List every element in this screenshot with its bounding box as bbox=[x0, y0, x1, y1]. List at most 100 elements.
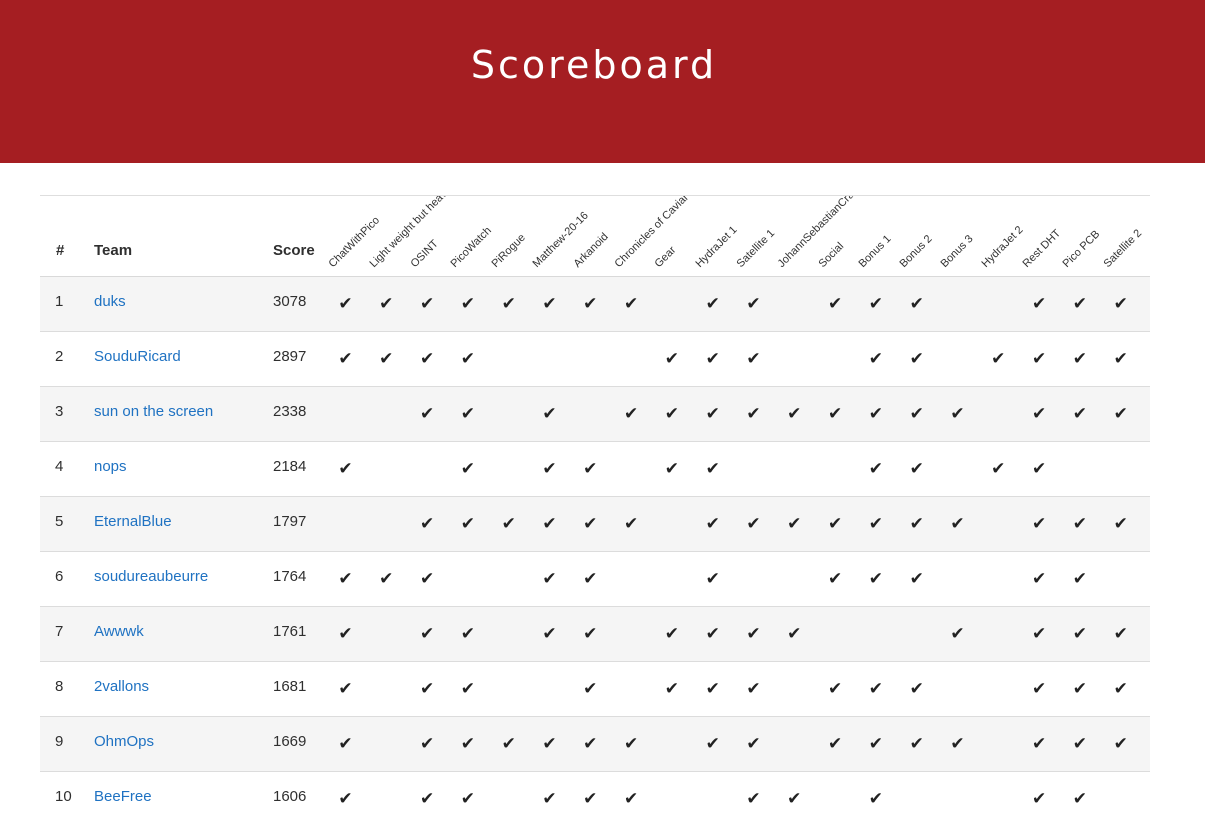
table-row: 3 sun on the screen 2338 ✔ ✔ ✔ ✔ ✔ ✔ ✔ ✔ ✔ ✔ ✔ ✔ ✔ ✔ ✔ bbox=[40, 387, 1150, 442]
solved-check-icon: ✔ bbox=[705, 404, 720, 424]
solved-check-icon: ✔ bbox=[623, 514, 639, 534]
solved-check-icon: ✔ bbox=[1072, 514, 1088, 534]
team-rank: 4 bbox=[55, 458, 64, 475]
team-name-link[interactable]: OhmOps bbox=[94, 733, 154, 751]
solved-check-icon: ✔ bbox=[1072, 789, 1088, 809]
solved-check-icon: ✔ bbox=[868, 349, 884, 369]
team-name-link[interactable]: duks bbox=[94, 293, 126, 311]
solved-check-icon: ✔ bbox=[705, 679, 720, 699]
solved-check-icon: ✔ bbox=[909, 294, 924, 314]
solved-check-icon: ✔ bbox=[1031, 294, 1047, 314]
table-row: 10 BeeFree 1606 ✔ ✔ ✔ ✔ ✔ ✔ ✔ ✔ ✔ ✔ ✔ bbox=[40, 772, 1150, 825]
solved-check-icon: ✔ bbox=[542, 459, 557, 479]
solved-check-icon: ✔ bbox=[1072, 624, 1088, 644]
solved-check-icon: ✔ bbox=[1113, 349, 1128, 369]
solved-check-icon: ✔ bbox=[583, 514, 598, 534]
challenge-column-header: Chronicles of Caviar bbox=[612, 195, 691, 270]
solved-check-icon: ✔ bbox=[1072, 294, 1088, 314]
solved-check-icon: ✔ bbox=[868, 294, 884, 314]
solved-check-icon: ✔ bbox=[583, 679, 598, 699]
solved-check-icon: ✔ bbox=[664, 679, 680, 699]
table-row: 6 soudureaubeurre 1764 ✔ ✔ ✔ ✔ ✔ ✔ ✔ ✔ ✔ ✔ ✔ bbox=[40, 552, 1150, 607]
team-rank: 2 bbox=[55, 348, 64, 365]
team-score: 1797 bbox=[273, 513, 307, 530]
solved-check-icon: ✔ bbox=[460, 789, 476, 809]
challenge-column-header: Pico PCB bbox=[1060, 228, 1103, 270]
solved-check-icon: ✔ bbox=[868, 789, 884, 809]
solved-check-icon: ✔ bbox=[827, 734, 843, 754]
scoreboard-table: # Team Score ChatWithPico Light weight bu… bbox=[40, 195, 1150, 825]
solved-check-icon: ✔ bbox=[338, 294, 353, 314]
solved-check-icon: ✔ bbox=[419, 789, 435, 809]
solved-check-icon: ✔ bbox=[583, 734, 598, 754]
solved-check-icon: ✔ bbox=[542, 514, 557, 534]
team-rank: 1 bbox=[55, 293, 64, 310]
team-name-link[interactable]: BeeFree bbox=[94, 788, 152, 806]
team-score: 2338 bbox=[273, 403, 307, 420]
solved-check-icon: ✔ bbox=[1031, 514, 1047, 534]
solved-check-icon: ✔ bbox=[623, 734, 639, 754]
team-column-header: Team bbox=[94, 242, 133, 259]
solved-check-icon: ✔ bbox=[338, 789, 353, 809]
solved-check-icon: ✔ bbox=[746, 679, 761, 699]
solved-check-icon: ✔ bbox=[379, 569, 394, 589]
team-rank: 7 bbox=[55, 623, 64, 640]
solved-check-icon: ✔ bbox=[746, 294, 761, 314]
team-name-link[interactable]: sun on the screen bbox=[94, 403, 213, 421]
solved-check-icon: ✔ bbox=[338, 459, 353, 479]
table-row: 8 2vallons 1681 ✔ ✔ ✔ ✔ ✔ ✔ ✔ ✔ ✔ ✔ ✔ ✔ ✔ bbox=[40, 662, 1150, 717]
team-name-link[interactable]: nops bbox=[94, 458, 127, 476]
solved-check-icon: ✔ bbox=[338, 624, 353, 644]
solved-check-icon: ✔ bbox=[746, 624, 761, 644]
solved-check-icon: ✔ bbox=[746, 734, 761, 754]
solved-check-icon: ✔ bbox=[542, 734, 557, 754]
solved-check-icon: ✔ bbox=[868, 569, 884, 589]
challenge-column-header: Bonus 3 bbox=[938, 232, 976, 270]
team-rank: 10 bbox=[55, 788, 72, 805]
team-name-link[interactable]: 2vallons bbox=[94, 678, 149, 696]
solved-check-icon: ✔ bbox=[460, 624, 476, 644]
solved-check-icon: ✔ bbox=[746, 404, 761, 424]
solved-check-icon: ✔ bbox=[1072, 569, 1088, 589]
solved-check-icon: ✔ bbox=[583, 789, 598, 809]
solved-check-icon: ✔ bbox=[868, 734, 884, 754]
table-row: 4 nops 2184 ✔ ✔ ✔ ✔ ✔ ✔ ✔ ✔ ✔ ✔ bbox=[40, 442, 1150, 497]
solved-check-icon: ✔ bbox=[583, 624, 598, 644]
table-header: # Team Score ChatWithPico Light weight bu… bbox=[40, 196, 1150, 278]
team-rank: 6 bbox=[55, 568, 64, 585]
solved-check-icon: ✔ bbox=[1072, 404, 1088, 424]
solved-check-icon: ✔ bbox=[664, 624, 680, 644]
solved-check-icon: ✔ bbox=[542, 624, 557, 644]
solved-check-icon: ✔ bbox=[419, 734, 435, 754]
solved-check-icon: ✔ bbox=[1031, 404, 1047, 424]
solved-check-icon: ✔ bbox=[460, 459, 476, 479]
solved-check-icon: ✔ bbox=[909, 459, 924, 479]
team-score: 3078 bbox=[273, 293, 307, 310]
solved-check-icon: ✔ bbox=[338, 349, 353, 369]
team-name-link[interactable]: Awwwk bbox=[94, 623, 144, 641]
team-score: 1764 bbox=[273, 568, 307, 585]
table-row: 9 OhmOps 1669 ✔ ✔ ✔ ✔ ✔ ✔ ✔ ✔ ✔ ✔ ✔ ✔ ✔ ✔ ✔ ✔ bbox=[40, 717, 1150, 772]
team-score: 1681 bbox=[273, 678, 307, 695]
team-rank: 9 bbox=[55, 733, 64, 750]
challenge-column-header: PiRogue bbox=[489, 231, 529, 270]
solved-check-icon: ✔ bbox=[909, 514, 924, 534]
solved-check-icon: ✔ bbox=[1113, 679, 1128, 699]
team-name-link[interactable]: soudureaubeurre bbox=[94, 568, 208, 586]
team-rank: 8 bbox=[55, 678, 64, 695]
solved-check-icon: ✔ bbox=[460, 734, 476, 754]
solved-check-icon: ✔ bbox=[705, 294, 720, 314]
solved-check-icon: ✔ bbox=[460, 404, 476, 424]
solved-check-icon: ✔ bbox=[542, 569, 557, 589]
solved-check-icon: ✔ bbox=[460, 514, 476, 534]
solved-check-icon: ✔ bbox=[1031, 459, 1047, 479]
table-row: 7 Awwwk 1761 ✔ ✔ ✔ ✔ ✔ ✔ ✔ ✔ ✔ ✔ ✔ ✔ ✔ bbox=[40, 607, 1150, 662]
solved-check-icon: ✔ bbox=[460, 349, 476, 369]
team-rank: 5 bbox=[55, 513, 64, 530]
solved-check-icon: ✔ bbox=[705, 624, 720, 644]
solved-check-icon: ✔ bbox=[705, 514, 720, 534]
team-name-link[interactable]: SouduRicard bbox=[94, 348, 181, 366]
solved-check-icon: ✔ bbox=[909, 734, 924, 754]
team-name-link[interactable]: EternalBlue bbox=[94, 513, 172, 531]
solved-check-icon: ✔ bbox=[664, 459, 680, 479]
